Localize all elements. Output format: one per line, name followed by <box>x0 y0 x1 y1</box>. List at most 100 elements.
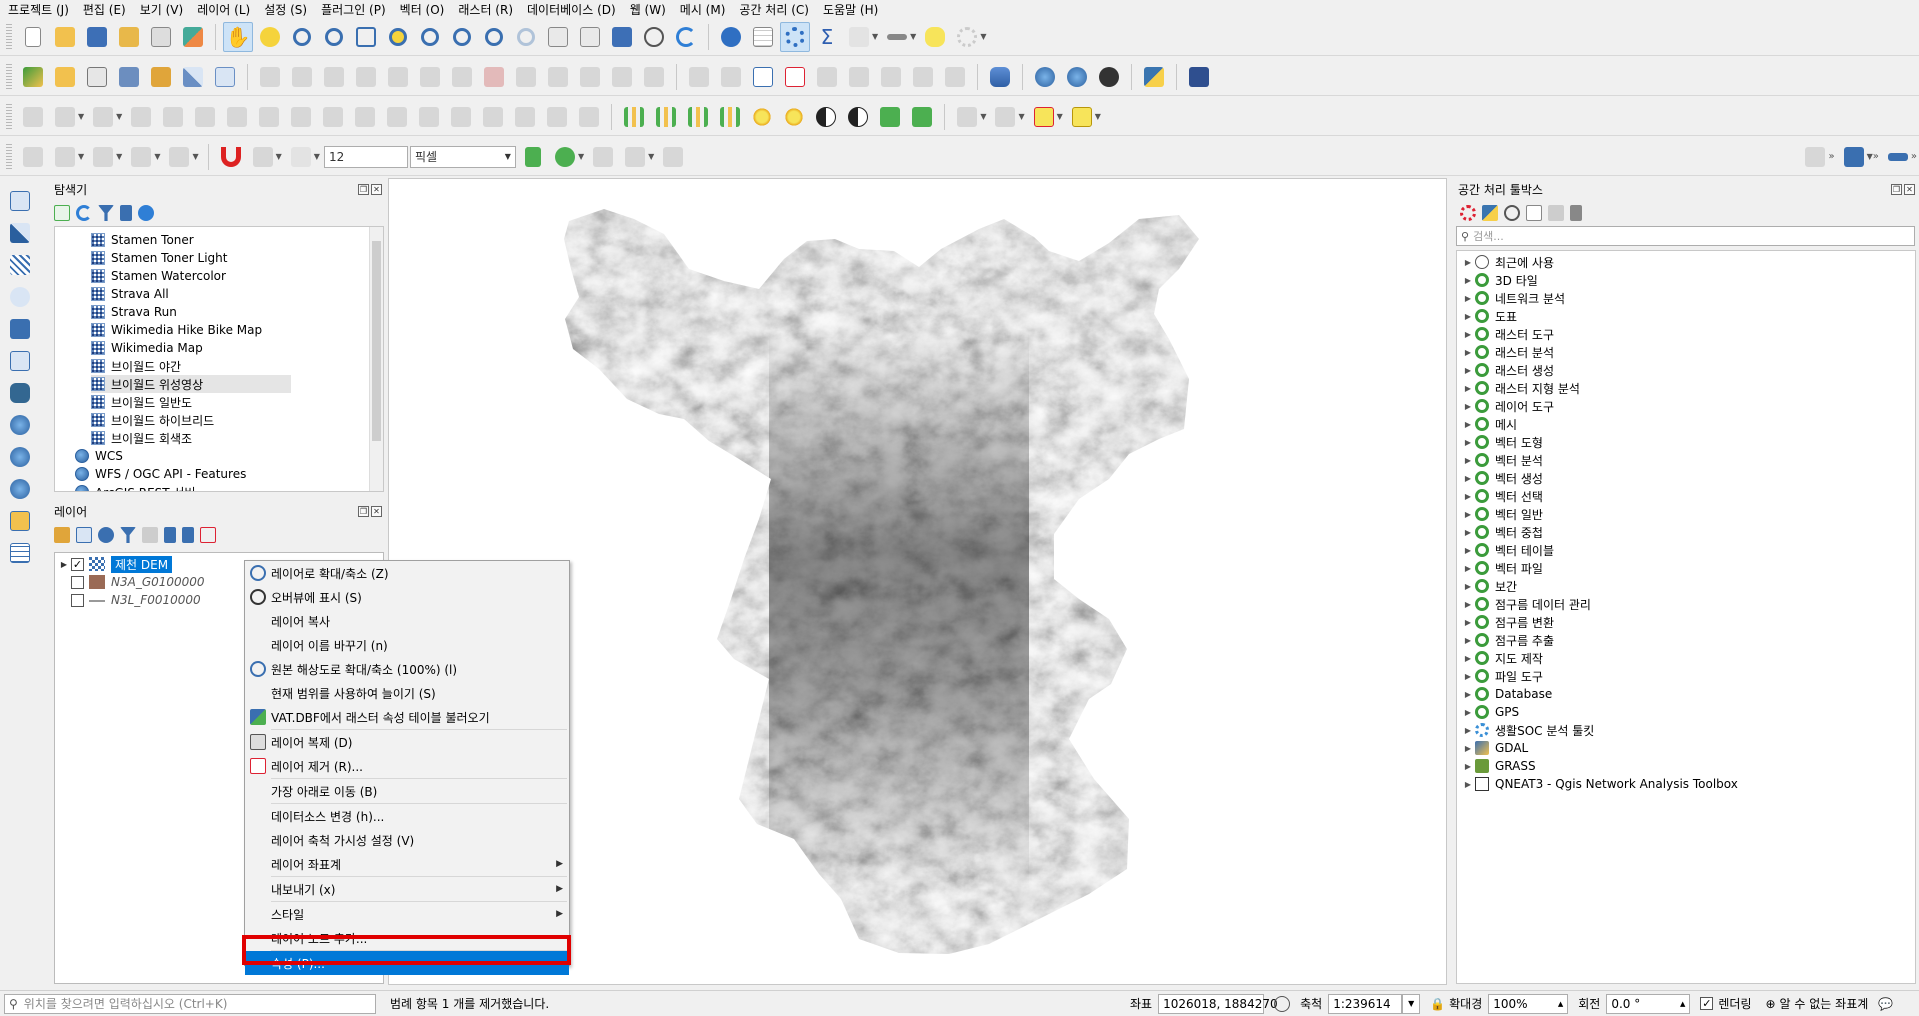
magnifier-field[interactable]: 100% ▲ <box>1488 993 1569 1014</box>
chevron-down-icon[interactable]: ▼ <box>1057 112 1063 121</box>
modify-attributes-button[interactable] <box>447 62 477 92</box>
browser-item[interactable]: Strava Run <box>91 303 177 321</box>
new-geopackage-button[interactable] <box>50 62 80 92</box>
menu-item[interactable]: 래스터 (R) <box>452 1 521 18</box>
refresh-button[interactable] <box>671 22 701 52</box>
processing-group[interactable]: ▶ 보간 <box>1461 577 1517 595</box>
browser-item[interactable]: 브이월드 일반도 <box>91 393 192 411</box>
collapse-all-icon[interactable] <box>182 527 194 543</box>
decorations-button[interactable] <box>952 22 982 52</box>
expand-icon[interactable]: ▶ <box>1461 546 1475 555</box>
chevron-down-icon[interactable]: ▼ <box>154 152 160 161</box>
layer-visibility-checkbox[interactable] <box>71 575 84 589</box>
decrease-brightness-button[interactable] <box>779 102 809 132</box>
add-wfs-layer-button[interactable] <box>4 474 36 503</box>
context-menu-item[interactable]: 레이어 축척 가시성 설정 (V) <box>245 828 569 852</box>
processing-group[interactable]: ▶ 벡터 생성 <box>1461 469 1543 487</box>
browser-item[interactable]: 브이월드 회색조 <box>91 429 192 447</box>
new-spatialite-button[interactable] <box>114 62 144 92</box>
reshape-button[interactable] <box>318 102 348 132</box>
manage-map-themes-icon[interactable] <box>98 527 114 543</box>
more-icon[interactable]: » <box>1911 151 1917 162</box>
db-manager-button[interactable] <box>985 62 1015 92</box>
processing-group[interactable]: ▶ 지도 제작 <box>1461 649 1543 667</box>
measure-button[interactable] <box>882 22 912 52</box>
pan-map-button[interactable]: ✋ <box>223 21 253 52</box>
messages-icon[interactable]: 💬 <box>1878 997 1893 1011</box>
layer-visibility-checkbox[interactable]: ✓ <box>71 557 84 571</box>
chevron-down-icon[interactable]: ▼ <box>872 32 878 41</box>
add-wms-layer-button[interactable] <box>4 410 36 439</box>
decrease-contrast-button[interactable] <box>843 102 873 132</box>
help-button[interactable] <box>1184 62 1214 92</box>
menu-item[interactable]: 데이터베이스 (D) <box>521 1 624 18</box>
layer-item[interactable]: N3A_G0100000 <box>57 573 205 591</box>
chevron-down-icon[interactable]: ▼ <box>578 152 584 161</box>
processing-group[interactable]: ▶ 점구름 변환 <box>1461 613 1554 631</box>
processing-group[interactable]: ▶ 벡터 도형 <box>1461 433 1543 451</box>
chevron-down-icon[interactable]: ▼ <box>192 152 198 161</box>
processing-group[interactable]: ▶ 벡터 일반 <box>1461 505 1543 523</box>
browser-item[interactable]: 브이월드 야간 <box>91 357 181 375</box>
expand-icon[interactable]: ▶ <box>1461 474 1475 483</box>
new-project-button[interactable] <box>18 22 48 52</box>
close-panel-button[interactable]: ✕ <box>371 505 382 517</box>
rotate-feature-button[interactable] <box>88 102 118 132</box>
context-menu-item[interactable]: 레이어 제거 (R)... <box>245 754 569 778</box>
coordinate-field[interactable]: 1026018, 1884270 <box>1158 993 1278 1014</box>
increase-contrast-button[interactable] <box>811 102 841 132</box>
context-menu-item[interactable]: 데이터소스 변경 (h)... <box>245 804 569 828</box>
print-layout-button[interactable] <box>146 22 176 52</box>
expand-icon[interactable]: ▶ <box>1461 762 1475 771</box>
processing-group[interactable]: ▶ 벡터 테이블 <box>1461 541 1554 559</box>
close-panel-button[interactable]: ✕ <box>371 183 382 195</box>
new-temporary-layer-button[interactable] <box>146 62 176 92</box>
zoom-layer-button[interactable] <box>415 22 445 52</box>
expand-icon[interactable]: ▶ <box>1461 672 1475 681</box>
context-menu-item[interactable]: 레이어로 확대/축소 (Z) <box>245 561 569 585</box>
add-wcs-button[interactable] <box>1094 62 1124 92</box>
expand-icon[interactable]: ▶ <box>1461 708 1475 717</box>
stretch-histogram-button[interactable] <box>715 102 745 132</box>
vertex-tool-button[interactable] <box>415 62 445 92</box>
browser-item[interactable]: ArcGIS REST 서버 <box>75 483 196 491</box>
open-table-button[interactable] <box>4 538 36 567</box>
expand-icon[interactable]: ▶ <box>57 560 71 569</box>
toolbar-grip[interactable] <box>6 63 12 90</box>
expand-icon[interactable]: ▶ <box>1461 402 1475 411</box>
text-format-button[interactable] <box>1839 142 1869 172</box>
snapping-unit-select[interactable]: 픽셀 ▼ <box>409 145 516 168</box>
full-histogram-button[interactable] <box>683 102 713 132</box>
context-menu-item[interactable]: 레이어 좌표계 ▶ <box>245 852 569 876</box>
context-menu-item[interactable]: VAT.DBF에서 래스터 속성 테이블 불러오기 <box>245 705 569 729</box>
collapse-all-icon[interactable] <box>120 205 132 221</box>
locator-input[interactable]: ⚲ 위치를 찾으려면 입력하십시오 (Ctrl+K) <box>4 993 376 1014</box>
toggle-editing-button[interactable] <box>287 62 317 92</box>
avoid-overlap-button[interactable] <box>550 142 580 172</box>
browser-scrollbar[interactable] <box>369 227 383 491</box>
context-menu-item[interactable]: 현재 범위를 사용하여 늘이기 (S) <box>245 681 569 705</box>
add-wfs-button[interactable] <box>1062 62 1092 92</box>
move-feature-button[interactable] <box>50 102 80 132</box>
expand-all-icon[interactable] <box>164 527 176 543</box>
zoom-native-button[interactable] <box>447 22 477 52</box>
close-panel-button[interactable]: ✕ <box>1904 183 1915 195</box>
snapping-button[interactable] <box>216 142 246 172</box>
context-menu-item[interactable]: 원본 해상도로 확대/축소 (100%) (l) <box>245 657 569 681</box>
pan-to-selection-button[interactable] <box>255 22 285 52</box>
decrease-gamma-button[interactable] <box>907 102 937 132</box>
zoom-out-button[interactable] <box>319 22 349 52</box>
rotate-symbols-button[interactable] <box>574 102 604 132</box>
processing-group[interactable]: ▶ GRASS <box>1461 757 1536 775</box>
expand-icon[interactable]: ▶ <box>1461 312 1475 321</box>
processing-group[interactable]: ▶ 래스터 생성 <box>1461 361 1554 379</box>
chevron-down-icon[interactable]: ▼ <box>1095 112 1101 121</box>
history-icon[interactable] <box>1504 205 1520 221</box>
browser-item[interactable]: WFS / OGC API - Features <box>75 465 246 483</box>
expand-icon[interactable]: ▶ <box>1461 618 1475 627</box>
rectangle-digitize-button[interactable] <box>126 142 156 172</box>
advanced-digitize-button[interactable] <box>18 102 48 132</box>
toolbar-grip[interactable] <box>6 23 12 50</box>
expand-icon[interactable]: ▶ <box>1461 420 1475 429</box>
context-menu-item[interactable]: 레이어 복사 <box>245 609 569 633</box>
